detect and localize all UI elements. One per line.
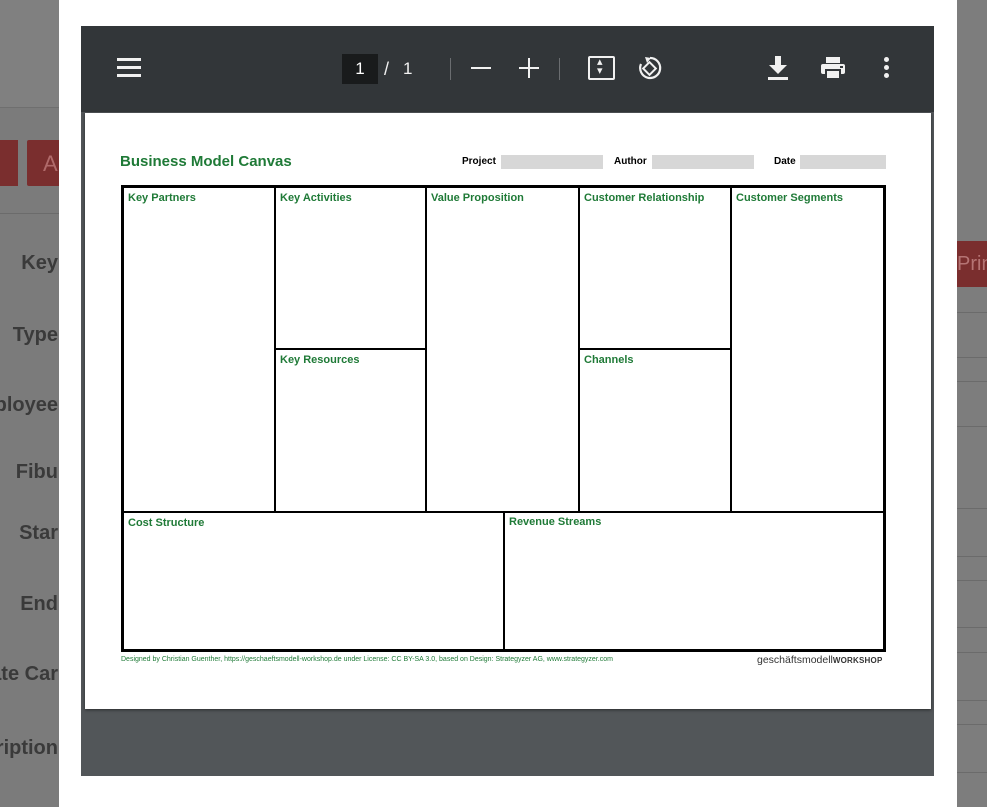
background-button-left (0, 140, 18, 186)
background-divider (957, 426, 987, 427)
background-label-start: Star (19, 522, 58, 544)
background-divider (957, 627, 987, 628)
fit-page-icon[interactable] (588, 55, 615, 80)
channels-block: Channels (580, 350, 732, 513)
background-button-a-label: A (43, 151, 58, 176)
background-divider (957, 724, 987, 725)
background-divider (957, 580, 987, 581)
background-divider (957, 357, 987, 358)
rotate-icon[interactable] (636, 54, 664, 82)
customer-relationship-block: Customer Relationship (580, 188, 732, 350)
footer-logo: geschäftsmodellWORKSHOP (757, 654, 882, 666)
customer-relationship-label: Customer Relationship (584, 192, 705, 204)
footer-logo-light: geschäftsmodell (757, 654, 833, 666)
more-icon[interactable] (884, 57, 890, 81)
background-button-a: A (27, 140, 63, 186)
author-field (652, 155, 754, 169)
footer-logo-bold: WORKSHOP (832, 656, 883, 665)
business-model-canvas: Key Partners Key Activities Key Resource… (121, 185, 886, 652)
background-divider (957, 556, 987, 557)
background-divider (0, 213, 60, 214)
footer-credit: Designed by Christian Guenther, https://… (121, 656, 613, 663)
cost-structure-block: Cost Structure (124, 513, 505, 649)
background-divider (957, 312, 987, 313)
background-divider (957, 700, 987, 701)
background-divider (957, 772, 987, 773)
menu-icon[interactable] (117, 58, 141, 78)
author-label: Author (614, 156, 647, 167)
background-label-date-card: ate Car (0, 663, 58, 685)
key-partners-label: Key Partners (128, 192, 196, 204)
date-field (800, 155, 886, 169)
channels-label: Channels (584, 354, 634, 366)
customer-segments-block: Customer Segments (732, 188, 883, 513)
background-print-button: Print (957, 241, 987, 287)
pdf-page: Business Model Canvas Project Author Dat… (85, 113, 931, 709)
value-proposition-block: Value Proposition (427, 188, 580, 513)
background-label-key: Key (21, 252, 58, 274)
project-label: Project (462, 156, 496, 167)
key-partners-block: Key Partners (124, 188, 276, 513)
revenue-streams-label: Revenue Streams (509, 516, 602, 528)
canvas-title: Business Model Canvas (120, 153, 292, 170)
background-right-column (957, 0, 987, 807)
revenue-streams-block: Revenue Streams (505, 513, 883, 649)
page-total: 1 (403, 59, 413, 78)
background-label-description: cription (0, 737, 58, 759)
project-field (501, 155, 603, 169)
background-divider (957, 508, 987, 509)
toolbar-divider (450, 58, 451, 80)
background-divider (957, 652, 987, 653)
background-label-type: Type (12, 324, 58, 346)
date-label: Date (774, 156, 796, 167)
pdf-viewer: 1 / 1 ▴ ▾ Business Model Canvas Project … (81, 26, 934, 776)
toolbar-divider (559, 58, 560, 80)
background-label-employee: ployee (0, 394, 58, 416)
download-icon[interactable] (767, 55, 789, 81)
page-separator: / (384, 59, 390, 79)
key-activities-block: Key Activities (276, 188, 427, 350)
background-divider (957, 381, 987, 382)
key-resources-label: Key Resources (280, 354, 360, 366)
pdf-toolbar: 1 / 1 (81, 26, 934, 112)
value-proposition-label: Value Proposition (431, 192, 524, 204)
zoom-out-icon[interactable] (471, 67, 491, 69)
background-label-end: End (20, 593, 58, 615)
key-activities-label: Key Activities (280, 192, 352, 204)
background-print-label: Print (957, 253, 987, 275)
background-label-fibu: Fibu (15, 461, 58, 483)
customer-segments-label: Customer Segments (736, 192, 843, 204)
key-resources-block: Key Resources (276, 350, 427, 513)
page-number-input[interactable]: 1 (342, 54, 378, 84)
zoom-in-icon[interactable] (519, 58, 539, 78)
cost-structure-label: Cost Structure (128, 517, 205, 529)
print-icon[interactable] (820, 56, 846, 80)
